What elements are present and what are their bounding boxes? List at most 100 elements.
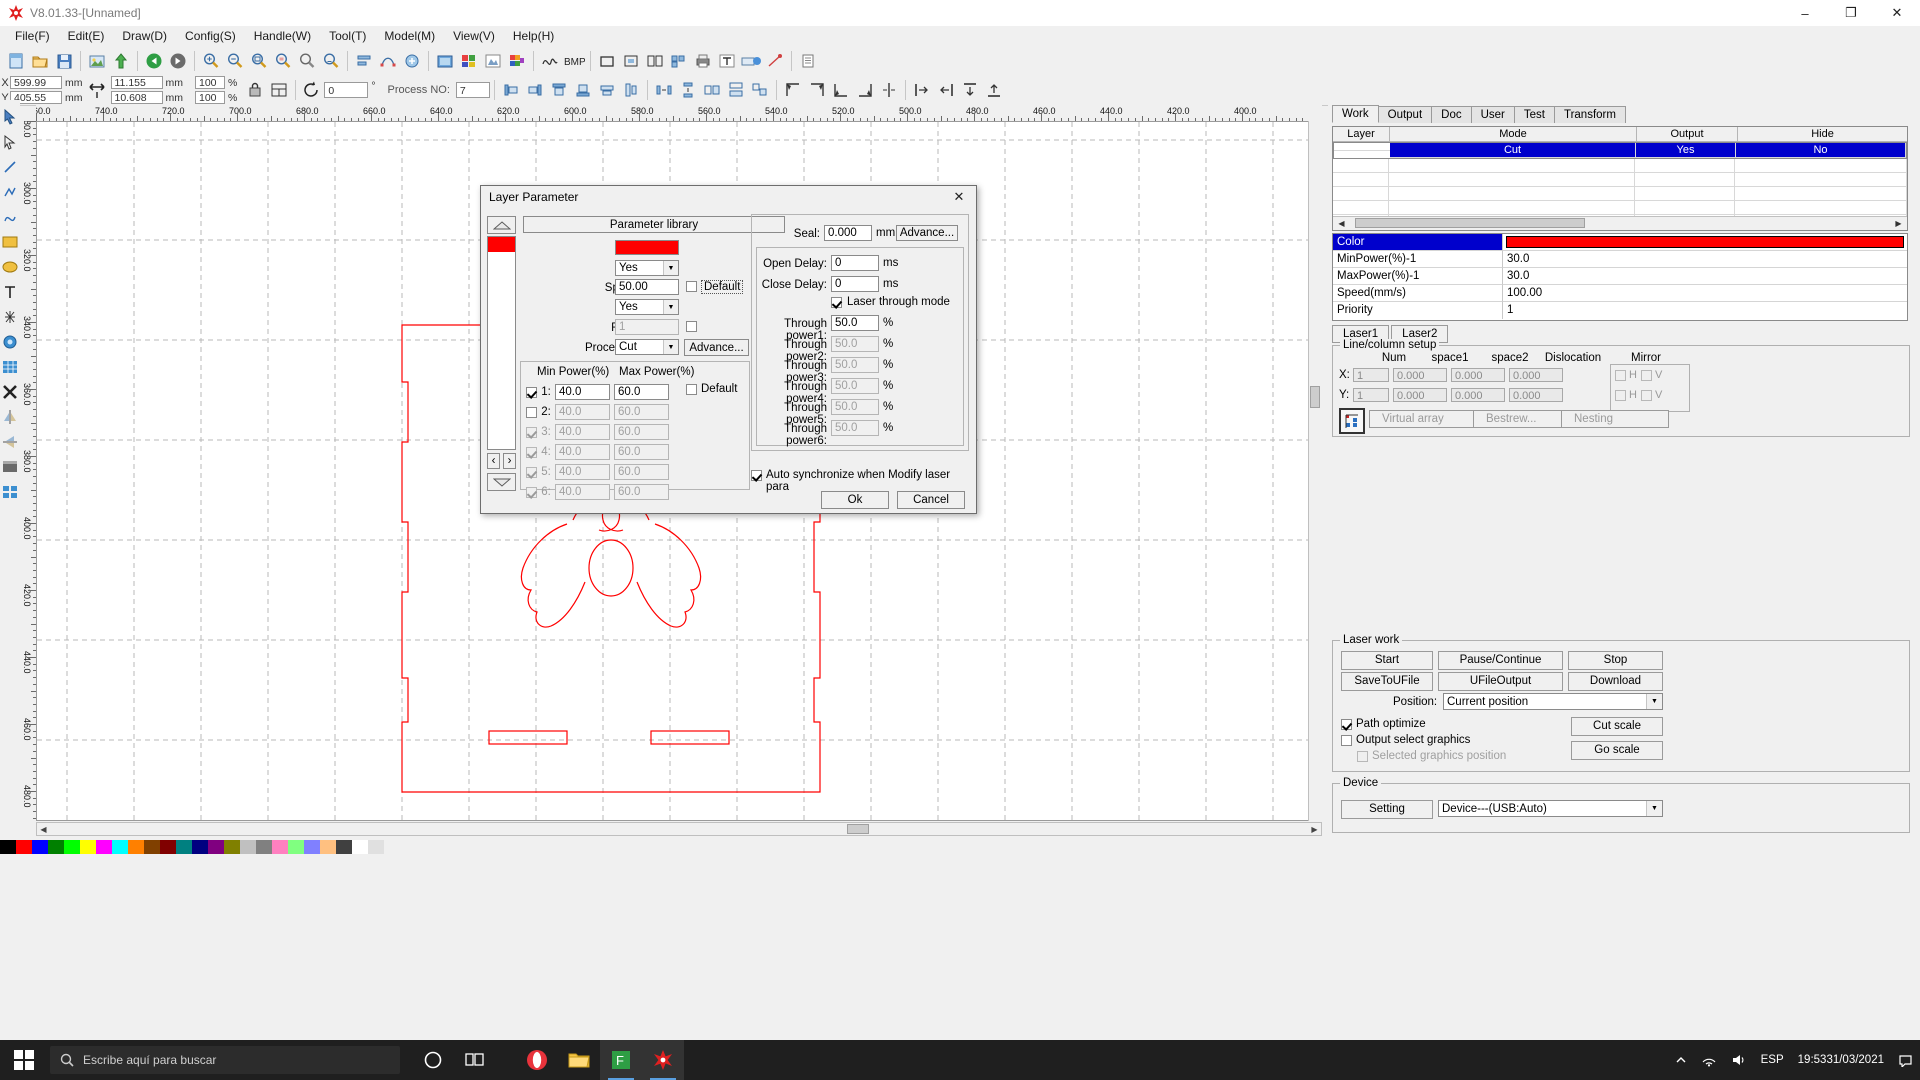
power-row-2-min[interactable]: 40.0 (555, 404, 610, 420)
through-power-3-input[interactable]: 50.0 (831, 357, 879, 373)
delete-tool-icon[interactable] (0, 379, 20, 404)
canvas-vertical-scrollbar[interactable] (1308, 121, 1322, 821)
through-power-1-input[interactable]: 50.0 (831, 315, 879, 331)
maximize-button[interactable]: ❐ (1828, 0, 1874, 26)
zoom-fit-icon[interactable] (248, 50, 270, 72)
align-top-icon[interactable] (548, 79, 570, 101)
output-select-row[interactable]: Output select graphics (1341, 734, 1470, 746)
menu-config[interactable]: Config(S) (176, 27, 245, 45)
layer-scroll-left-icon[interactable]: ◀ (1335, 217, 1348, 229)
grid-layout-icon[interactable] (268, 79, 290, 101)
tab-output[interactable]: Output (1378, 106, 1433, 123)
device-select[interactable]: Device---(USB:Auto) ▼ (1438, 800, 1663, 817)
angle-input[interactable]: 0 (324, 82, 368, 98)
open-delay-input[interactable]: 0 (831, 255, 879, 271)
new-file-icon[interactable] (5, 50, 27, 72)
start-button[interactable]: Start (1341, 651, 1433, 670)
process-no-input[interactable]: 7 (456, 82, 490, 98)
hscroll-thumb[interactable] (847, 824, 869, 834)
selected-graphics-row[interactable]: Selected graphics position (1357, 750, 1506, 762)
device-setting-button[interactable]: Setting (1341, 800, 1433, 819)
zoom-out-icon[interactable] (224, 50, 246, 72)
mirror-y-v-checkbox[interactable] (1641, 390, 1652, 401)
tray-expand-icon[interactable] (1668, 1054, 1694, 1066)
rectangle-tool-icon[interactable] (0, 229, 20, 254)
align-left-icon[interactable] (500, 79, 522, 101)
palette-swatch[interactable] (48, 840, 64, 854)
x-input[interactable]: 599.99 (10, 76, 62, 89)
download-button[interactable]: Download (1568, 672, 1663, 691)
text-tool-icon[interactable] (0, 279, 20, 304)
taskbar-search[interactable]: Escribe aquí para buscar (50, 1046, 400, 1074)
tab-doc[interactable]: Doc (1431, 106, 1471, 123)
through-power-2-input[interactable]: 50.0 (831, 336, 879, 352)
layer-parameter-dialog[interactable]: Layer Parameter ✕ ‹ › Parameter library … (480, 185, 977, 514)
power-row-5-max[interactable]: 60.0 (614, 464, 669, 480)
size-equal-all-icon[interactable] (749, 79, 771, 101)
power-row-1-max[interactable]: 60.0 (614, 384, 669, 400)
palette-swatch[interactable] (112, 840, 128, 854)
layer-tool-icon[interactable] (0, 454, 20, 479)
processing-advance-button[interactable]: Advance... (684, 339, 749, 356)
palette-swatch[interactable] (96, 840, 112, 854)
palette-swatch[interactable] (128, 840, 144, 854)
menu-handle[interactable]: Handle(W) (245, 27, 320, 45)
align-bottom-icon[interactable] (572, 79, 594, 101)
palette-swatch[interactable] (288, 840, 304, 854)
lc-y-space2[interactable]: 0.000 (1451, 388, 1505, 402)
power-row-3[interactable]: 3: 40.0 60.0 (526, 424, 669, 440)
mirror-y-h-checkbox[interactable] (1615, 390, 1626, 401)
lc-x-num[interactable]: 1 (1353, 368, 1389, 382)
palette-swatch[interactable] (352, 840, 368, 854)
palette-swatch[interactable] (304, 840, 320, 854)
menu-file[interactable]: File(F) (6, 27, 59, 45)
palette-swatch[interactable] (176, 840, 192, 854)
layer-scroll-thumb[interactable] (1355, 218, 1585, 228)
snap-top-icon[interactable] (959, 79, 981, 101)
power-row-2-max[interactable]: 60.0 (614, 404, 669, 420)
lc-x-space2[interactable]: 0.000 (1451, 368, 1505, 382)
dialog-close-icon[interactable]: ✕ (946, 188, 972, 206)
lc-x-dislocation[interactable]: 0.000 (1509, 368, 1563, 382)
flip-br-icon[interactable] (854, 79, 876, 101)
seal-advance-button[interactable]: Advance... (896, 225, 958, 241)
power-row-3-max[interactable]: 60.0 (614, 424, 669, 440)
path-optimize-checkbox[interactable] (1341, 719, 1352, 730)
layer-list-table[interactable]: Layer Mode Output Hide Cut Yes No ◀ ▶ (1332, 126, 1908, 231)
through-power-4-input[interactable]: 50.0 (831, 378, 879, 394)
zoom-in-icon[interactable] (200, 50, 222, 72)
scroll-left-icon[interactable]: ◀ (37, 823, 50, 835)
lc-y-space1[interactable]: 0.000 (1393, 388, 1447, 402)
table-row[interactable]: Cut Yes No (1333, 142, 1907, 159)
taskbar-clock[interactable]: 19:53 31/03/2021 (1791, 1054, 1891, 1067)
power-row-2[interactable]: 2: 40.0 60.0 (526, 404, 669, 420)
menu-view[interactable]: View(V) (444, 27, 504, 45)
align-icon[interactable] (353, 50, 375, 72)
tab-transform[interactable]: Transform (1554, 106, 1626, 123)
mirror-x-v-checkbox[interactable] (1641, 370, 1652, 381)
power-row-1[interactable]: 1: 40.0 60.0 (526, 384, 669, 400)
palette-swatch[interactable] (224, 840, 240, 854)
grid-color-icon[interactable] (458, 50, 480, 72)
snap-left-icon[interactable] (911, 79, 933, 101)
through-power-5-input[interactable]: 50.0 (831, 399, 879, 415)
layer-prev-button[interactable]: ‹ (487, 453, 500, 469)
power-row-6[interactable]: 6: 40.0 60.0 (526, 484, 669, 500)
mirror-center-icon[interactable] (878, 79, 900, 101)
scroll-right-icon[interactable]: ▶ (1308, 823, 1321, 835)
palette-swatch[interactable] (208, 840, 224, 854)
align-center-v-icon[interactable] (620, 79, 642, 101)
path-optimize-row[interactable]: Path optimize (1341, 718, 1426, 730)
colorize-icon[interactable] (506, 50, 528, 72)
mirror-x-h-checkbox[interactable] (1615, 370, 1626, 381)
power-row-6-max[interactable]: 60.0 (614, 484, 669, 500)
undo-icon[interactable] (143, 50, 165, 72)
width-input[interactable]: 11.155 (111, 76, 163, 89)
palette-swatch[interactable] (80, 840, 96, 854)
layer-scroll-up-button[interactable] (487, 216, 516, 234)
import-image-icon[interactable] (86, 50, 108, 72)
rotate-icon[interactable] (301, 79, 323, 101)
select-tool-icon[interactable] (0, 104, 20, 129)
tab-test[interactable]: Test (1514, 106, 1555, 123)
palette-swatch[interactable] (336, 840, 352, 854)
